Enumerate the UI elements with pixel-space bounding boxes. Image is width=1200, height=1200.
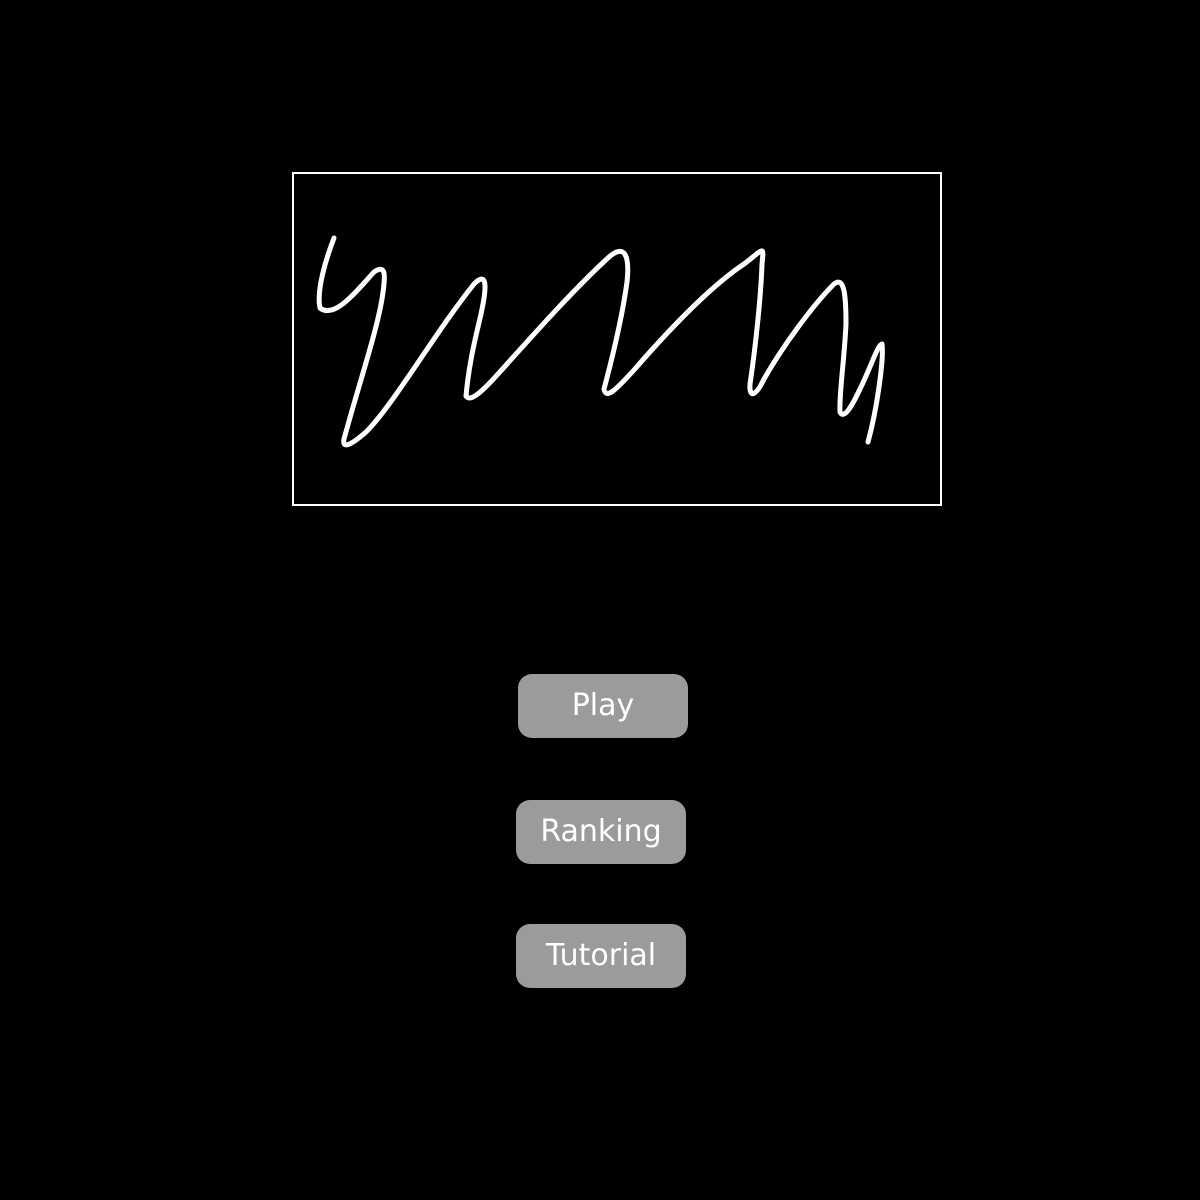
scribble-logo-icon [316, 235, 885, 448]
ranking-button[interactable]: Ranking [516, 800, 686, 864]
tutorial-button[interactable]: Tutorial [516, 924, 686, 988]
title-screen: Play Ranking Tutorial [0, 0, 1200, 1200]
scribble-stroke [316, 235, 885, 448]
play-button[interactable]: Play [518, 674, 688, 738]
logo-frame [292, 172, 942, 506]
